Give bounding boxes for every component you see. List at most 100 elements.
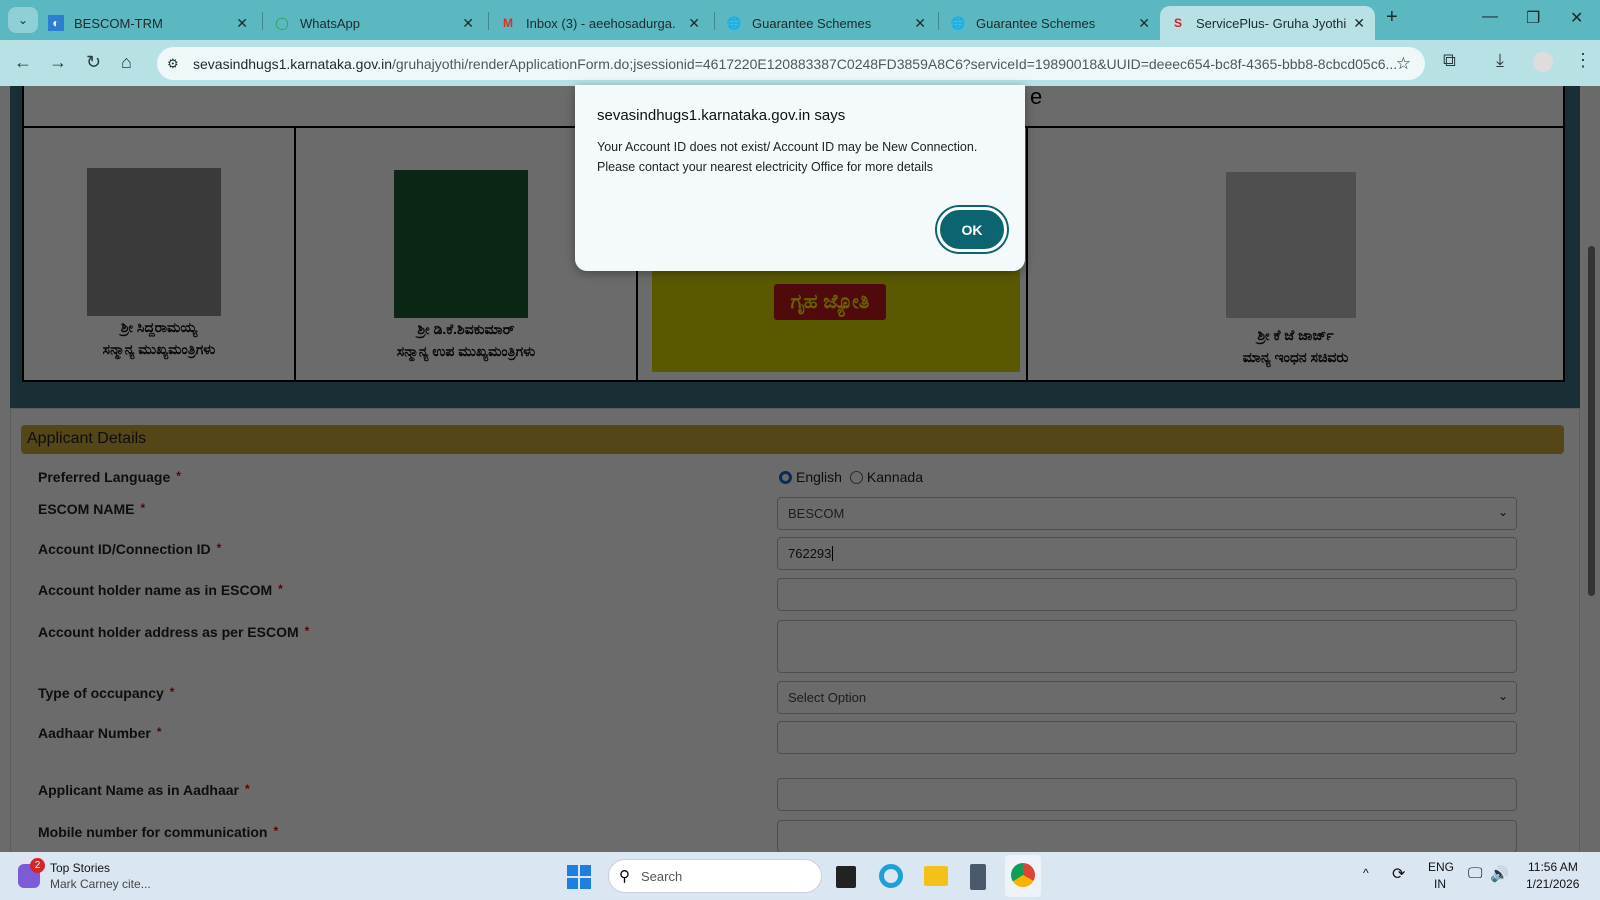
- alert-dialog: sevasindhugs1.karnataka.gov.in says Your…: [575, 85, 1025, 271]
- required-mark: *: [140, 501, 146, 515]
- label-account-holder-address: Account holder address as per ESCOM *: [38, 624, 310, 640]
- tab-guarantee-schemes-1[interactable]: 🌐 Guarantee Schemes ✕: [716, 6, 936, 40]
- news-subtitle[interactable]: Mark Carney cite...: [50, 877, 151, 891]
- news-title[interactable]: Top Stories: [50, 861, 110, 875]
- radio-english[interactable]: [779, 470, 792, 484]
- tab-guarantee-schemes-2[interactable]: 🌐 Guarantee Schemes ✕: [940, 6, 1160, 40]
- address-bar[interactable]: ⚙ sevasindhugs1.karnataka.gov.in/gruhajy…: [157, 47, 1425, 80]
- close-window-button[interactable]: ✕: [1570, 8, 1583, 28]
- account-holder-address-textarea[interactable]: [777, 620, 1517, 673]
- tab-gmail[interactable]: MInbox (3) - aeehosadurga.bes✕: [490, 6, 710, 40]
- close-tab-icon[interactable]: ✕: [1138, 15, 1150, 32]
- scrollbar[interactable]: [1583, 86, 1600, 852]
- tab-serviceplus[interactable]: SServicePlus- Gruha Jyothi Sc✕: [1160, 6, 1375, 40]
- download-icon[interactable]: ⤓: [1496, 50, 1504, 71]
- minister-name: ಶ್ರೀ ಕೆ ಜೆ ಜಾರ್ಜ್: [1257, 327, 1334, 343]
- close-tab-icon[interactable]: ✕: [1353, 15, 1365, 32]
- forward-icon[interactable]: →: [49, 52, 67, 73]
- required-mark: *: [176, 469, 181, 483]
- clock-date[interactable]: 1/21/2026: [1526, 877, 1579, 891]
- edge-icon[interactable]: [879, 864, 903, 888]
- tab-search-button[interactable]: ⌄: [8, 7, 38, 33]
- tab-separator: [938, 12, 939, 30]
- required-mark: *: [278, 582, 283, 596]
- section-title: Applicant Details: [21, 425, 1564, 454]
- bookmark-star-icon[interactable]: ☆: [1396, 54, 1411, 74]
- tab-separator: [714, 12, 715, 30]
- close-tab-icon[interactable]: ✕: [462, 15, 474, 32]
- account-holder-name-input[interactable]: [777, 578, 1517, 611]
- dcm-name: ಶ್ರೀ ಡಿ.ಕೆ.ಶಿವಕುಮಾರ್: [417, 321, 515, 337]
- tab-separator: [488, 12, 489, 30]
- cm-name: ಶ್ರೀ ಸಿದ್ದರಾಮಯ್ಯ: [120, 319, 198, 335]
- site-info-icon[interactable]: ⚙: [167, 56, 179, 72]
- whatsapp-icon: ◯: [275, 16, 289, 30]
- volume-icon[interactable]: 🔊: [1490, 865, 1509, 883]
- dcm-photo: [394, 170, 528, 318]
- search-icon: ⚲: [619, 868, 630, 885]
- taskbar-search[interactable]: ⚲ Search: [608, 859, 822, 893]
- tab-bescom[interactable]: ◐ BESCOM-TRM ✕: [38, 6, 258, 40]
- reload-icon[interactable]: ↻: [86, 52, 101, 73]
- escom-select[interactable]: BESCOM ⌄: [777, 497, 1517, 530]
- tab-separator: [262, 12, 263, 30]
- extensions-icon[interactable]: ⧉: [1443, 50, 1456, 71]
- label-escom-name: ESCOM NAME *: [38, 501, 146, 517]
- label-occupancy: Type of occupancy *: [38, 685, 175, 701]
- radio-kannada-label[interactable]: Kannada: [867, 469, 923, 485]
- minimize-button[interactable]: —: [1482, 8, 1498, 26]
- dialog-title: sevasindhugs1.karnataka.gov.in says: [597, 107, 846, 124]
- aadhaar-input[interactable]: [777, 721, 1517, 754]
- clock-time[interactable]: 11:56 AM: [1528, 860, 1578, 874]
- label-account-id: Account ID/Connection ID *: [38, 541, 222, 557]
- close-tab-icon[interactable]: ✕: [688, 15, 700, 32]
- applicant-name-input[interactable]: [777, 778, 1517, 811]
- file-explorer-icon[interactable]: [924, 866, 948, 886]
- close-tab-icon[interactable]: ✕: [236, 15, 248, 32]
- chevron-down-icon: ⌄: [1497, 689, 1508, 703]
- back-icon[interactable]: ←: [14, 52, 32, 73]
- occupancy-select[interactable]: Select Option ⌄: [777, 681, 1517, 714]
- radio-english-label[interactable]: English: [796, 469, 842, 485]
- taskbar: 2 Top Stories Mark Carney cite... ⚲ Sear…: [0, 852, 1600, 900]
- new-tab-button[interactable]: +: [1386, 6, 1398, 29]
- scrollbar-thumb[interactable]: [1588, 246, 1595, 596]
- tab-whatsapp[interactable]: ◯ WhatsApp ✕: [264, 6, 484, 40]
- serviceplus-icon: S: [1173, 16, 1182, 30]
- close-tab-icon[interactable]: ✕: [914, 15, 926, 32]
- url-text[interactable]: sevasindhugs1.karnataka.gov.in/gruhajyot…: [193, 56, 1397, 72]
- globe-icon: 🌐: [950, 16, 966, 30]
- required-mark: *: [304, 624, 310, 638]
- sync-icon[interactable]: ⟳: [1392, 864, 1405, 884]
- input-language[interactable]: ENG: [1428, 860, 1454, 874]
- required-mark: *: [169, 685, 175, 699]
- home-icon[interactable]: ⌂: [121, 52, 132, 73]
- start-icon[interactable]: [567, 865, 591, 889]
- label-preferred-language: Preferred Language *: [38, 469, 181, 485]
- profile-avatar[interactable]: [1533, 52, 1553, 72]
- chrome-taskbar-button[interactable]: [1005, 855, 1041, 897]
- dialog-line-1: Your Account ID does not exist/ Account …: [597, 140, 978, 154]
- label-aadhaar: Aadhaar Number *: [38, 725, 162, 741]
- radio-kannada[interactable]: [849, 470, 863, 484]
- show-hidden-icons[interactable]: ^: [1363, 866, 1369, 880]
- ok-button[interactable]: OK: [937, 207, 1007, 252]
- calculator-icon[interactable]: [970, 864, 986, 890]
- url-host: sevasindhugs1.karnataka.gov.in: [193, 55, 392, 72]
- minister-cell: ಶ್ರೀ ಕೆ ಜೆ ಜಾರ್ಜ್ ಮಾನ್ಯ ಇಂಧನ ಸಚಿವರು: [1028, 128, 1563, 380]
- menu-icon[interactable]: ⋮: [1574, 50, 1592, 71]
- url-path: /gruhajyothi/renderApplicationForm.do;js…: [391, 55, 1398, 72]
- restore-button[interactable]: ❐: [1526, 8, 1540, 28]
- tab-strip: ⌄ ◐ BESCOM-TRM ✕ ◯ WhatsApp ✕ M Inbox (3) - a…: [0, 0, 1600, 40]
- network-icon[interactable]: 🖵: [1468, 865, 1482, 882]
- mobile-input[interactable]: [777, 820, 1517, 852]
- task-view-icon[interactable]: [836, 866, 856, 888]
- dialog-message: Your Account ID does not exist/ Account …: [597, 137, 1007, 177]
- required-mark: *: [156, 725, 162, 739]
- gmail-icon: M: [503, 16, 513, 30]
- account-id-input[interactable]: 762293: [777, 537, 1517, 570]
- text-cursor: [832, 546, 834, 561]
- dcm-title: ಸನ್ಮಾನ್ಯ ಉಪ ಮುಖ್ಯಮಂತ್ರಿಗಳು: [396, 343, 536, 359]
- gruha-jyothi-logo-text: ಗೃಹ ಜ್ಯೋತಿ: [774, 284, 886, 320]
- applicant-form: Applicant Details Preferred Language * En…: [10, 408, 1580, 852]
